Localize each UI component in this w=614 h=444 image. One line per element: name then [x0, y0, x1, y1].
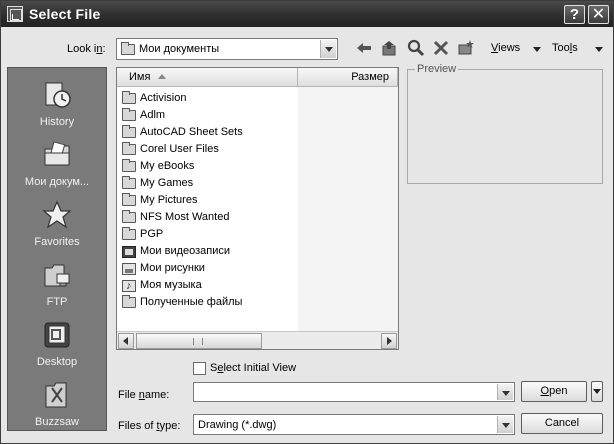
- preview-pane: [407, 69, 603, 184]
- horizontal-scrollbar[interactable]: [117, 331, 398, 349]
- delete-icon[interactable]: [432, 39, 450, 57]
- help-button[interactable]: ?: [564, 5, 585, 24]
- preview-label: Preview: [415, 63, 459, 75]
- folder-icon: [122, 193, 136, 206]
- folder-icon: [122, 108, 136, 121]
- history-icon: [42, 80, 72, 110]
- list-item-label: Полученные файлы: [140, 296, 243, 308]
- music-folder-icon: [122, 278, 136, 295]
- select-initial-view-checkbox[interactable]: [193, 362, 206, 375]
- sort-ascending-icon: [158, 74, 167, 79]
- places-bar: History Мои докум... Favorites FTP Deskt…: [7, 67, 107, 431]
- title-bar[interactable]: Select File ? ✕: [1, 1, 613, 27]
- place-ftp[interactable]: FTP: [8, 252, 106, 312]
- scroll-right-icon[interactable]: [381, 333, 397, 349]
- place-favorites[interactable]: Favorites: [8, 192, 106, 252]
- chevron-down-icon[interactable]: [320, 40, 336, 58]
- list-item-label: AutoCAD Sheet Sets: [140, 126, 243, 138]
- list-item-label: My eBooks: [140, 160, 195, 172]
- files-of-type-label: Files of type:: [118, 420, 181, 432]
- size-column-area: [298, 87, 398, 331]
- folder-icon: [122, 176, 136, 189]
- files-of-type-value: Drawing (*.dwg): [198, 419, 277, 431]
- autocad-app-icon: [7, 6, 23, 22]
- column-header-name[interactable]: Имя: [117, 68, 298, 87]
- look-in-label: Look in:: [67, 43, 106, 55]
- file-name-chevron-down-icon[interactable]: [497, 384, 513, 400]
- column-header-size[interactable]: Размер: [298, 68, 398, 87]
- folder-icon: [121, 42, 135, 55]
- open-options-chevron-down-icon[interactable]: [591, 381, 603, 402]
- look-in-value: Мои документы: [139, 43, 220, 55]
- desktop-icon: [42, 320, 72, 350]
- dialog-title: Select File: [29, 6, 101, 22]
- look-in-dropdown[interactable]: Мои документы: [116, 38, 338, 60]
- tools-menu[interactable]: Tools: [552, 42, 578, 54]
- folder-icon: [122, 159, 136, 172]
- list-item-label: Adlm: [140, 109, 166, 121]
- list-item-label: Activision: [140, 92, 187, 104]
- place-my-documents[interactable]: Мои докум...: [8, 132, 106, 192]
- select-file-dialog: Select File ? ✕ Look in: Мои документы V…: [0, 0, 614, 444]
- folder-icon: [122, 227, 136, 240]
- files-of-type-dropdown[interactable]: Drawing (*.dwg): [193, 414, 515, 435]
- list-item-label: Мои рисунки: [140, 262, 205, 274]
- place-desktop[interactable]: Desktop: [8, 312, 106, 372]
- file-name-label: File name:: [118, 389, 170, 401]
- back-arrow-icon[interactable]: [355, 39, 373, 57]
- favorites-star-icon: [42, 200, 72, 230]
- list-item-label: Мои видеозаписи: [140, 245, 231, 257]
- files-of-type-chevron-down-icon[interactable]: [497, 416, 513, 433]
- folder-icon: [122, 91, 136, 104]
- folder-icon: [122, 295, 136, 308]
- place-buzzsaw[interactable]: Buzzsaw: [8, 372, 106, 432]
- up-one-level-icon[interactable]: [381, 39, 399, 57]
- folder-icon: [122, 142, 136, 155]
- scrollbar-thumb[interactable]: [136, 333, 262, 349]
- my-documents-icon: [42, 140, 72, 170]
- close-button[interactable]: ✕: [588, 5, 609, 24]
- tools-chevron-down-icon[interactable]: [595, 47, 603, 52]
- views-menu[interactable]: Views: [491, 42, 520, 54]
- scroll-left-icon[interactable]: [118, 333, 134, 349]
- cancel-button[interactable]: Cancel: [521, 413, 603, 434]
- pictures-folder-icon: [122, 263, 136, 275]
- list-item-label: Corel User Files: [140, 143, 219, 155]
- place-history[interactable]: History: [8, 72, 106, 132]
- file-list[interactable]: Имя Размер Activision Adlm AutoCAD Sheet S…: [116, 67, 399, 350]
- ftp-icon: [42, 260, 72, 290]
- folder-icon: [122, 125, 136, 138]
- views-chevron-down-icon[interactable]: [533, 47, 541, 52]
- open-button[interactable]: Open: [521, 381, 587, 402]
- search-web-icon[interactable]: [407, 39, 425, 57]
- folder-icon: [122, 210, 136, 223]
- list-item-label: My Pictures: [140, 194, 198, 206]
- create-new-folder-icon[interactable]: [457, 39, 475, 57]
- list-item-label: My Games: [140, 177, 194, 189]
- select-initial-view-label[interactable]: Select Initial View: [210, 362, 296, 374]
- list-item-label: PGP: [140, 228, 164, 240]
- video-folder-icon: [122, 246, 136, 258]
- list-item-label: Моя музыка: [140, 279, 202, 291]
- file-name-field[interactable]: [193, 382, 515, 402]
- list-item-label: NFS Most Wanted: [140, 211, 230, 223]
- buzzsaw-icon: [42, 380, 72, 410]
